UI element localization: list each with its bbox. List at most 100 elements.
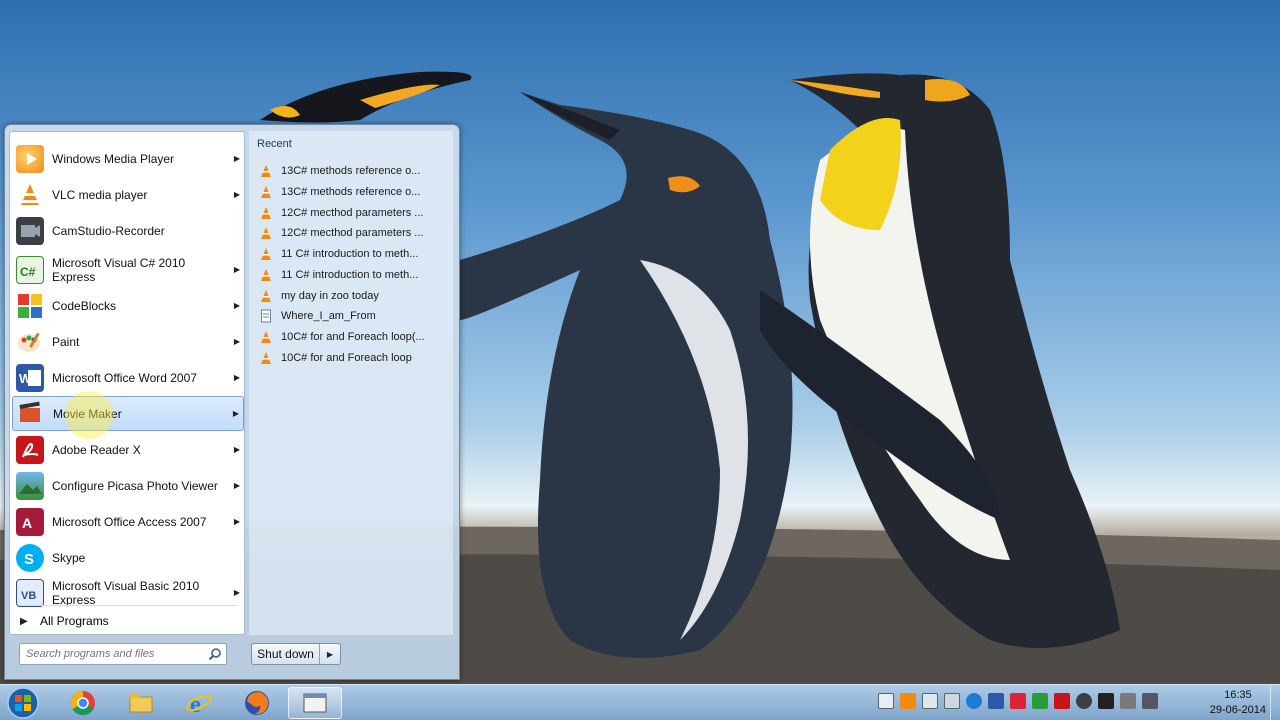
taskbar-open-window[interactable]: [288, 687, 342, 719]
recent-item-label: 13C# methods reference o...: [281, 165, 421, 177]
recent-item-label: 10C# for and Foreach loop(...: [281, 331, 425, 343]
program-label: CamStudio-Recorder: [52, 223, 165, 238]
recent-item[interactable]: 13C# methods reference o...: [259, 161, 449, 181]
submenu-arrow-icon: ▶: [233, 265, 241, 274]
camstudio-icon: [16, 216, 44, 245]
firefox-icon: [245, 691, 269, 715]
program-codeblocks[interactable]: CodeBlocks ▶: [12, 288, 244, 323]
shutdown-button[interactable]: Shut down ▶: [251, 643, 341, 665]
program-office-access-2007[interactable]: A Microsoft Office Access 2007 ▶: [12, 504, 244, 539]
svg-text:VB: VB: [21, 590, 36, 602]
submenu-arrow-icon: ▶: [233, 373, 241, 382]
system-tray: [878, 693, 1158, 709]
program-label: Microsoft Visual Basic 2010 Express: [52, 578, 200, 607]
tray-adobe-icon[interactable]: [1054, 693, 1070, 709]
recent-pane: Recent 13C# methods reference o... 13C# …: [249, 131, 453, 635]
search-box[interactable]: [19, 643, 227, 665]
all-programs-button[interactable]: ▶ All Programs: [20, 610, 242, 632]
vlc-icon: [261, 290, 271, 302]
tray-close-icon[interactable]: [1010, 693, 1026, 709]
submenu-arrow-icon: ▶: [233, 190, 241, 199]
program-label: VLC media player: [52, 187, 148, 202]
recent-item[interactable]: 10C# for and Foreach loop(...: [259, 327, 449, 347]
shutdown-options-arrow-icon[interactable]: ▶: [320, 650, 340, 659]
start-menu: Windows Media Player ▶ VLC media player …: [4, 124, 460, 680]
program-movie-maker[interactable]: Movie Maker ▶: [12, 391, 244, 439]
windows-media-player-icon: [16, 144, 44, 173]
program-office-word-2007[interactable]: W Microsoft Office Word 2007 ▶: [12, 360, 244, 395]
program-visual-csharp-2010[interactable]: C# Microsoft Visual C# 2010 Express ▶: [12, 252, 244, 287]
recent-item[interactable]: 12C# mecthod parameters ...: [259, 203, 449, 223]
program-label: Microsoft Office Word 2007: [52, 370, 197, 385]
tray-lock-icon[interactable]: [1120, 693, 1136, 709]
recent-item-label: 12C# mecthod parameters ...: [281, 207, 424, 219]
recent-item-label: 10C# for and Foreach loop: [281, 352, 412, 364]
vlc-icon: [261, 165, 271, 177]
recent-item[interactable]: 13C# methods reference o...: [259, 182, 449, 202]
separator: [20, 605, 238, 606]
vlc-icon: [261, 352, 271, 364]
tray-recorder-icon[interactable]: [1076, 693, 1092, 709]
recent-item[interactable]: 10C# for and Foreach loop: [259, 348, 449, 368]
tray-camera-icon[interactable]: [1098, 693, 1114, 709]
svg-text:S: S: [24, 551, 34, 568]
arrow-right-icon: ▶: [20, 615, 28, 627]
search-input[interactable]: [26, 648, 202, 660]
program-windows-media-player[interactable]: Windows Media Player ▶: [12, 141, 244, 176]
recent-item[interactable]: 11 C# introduction to meth...: [259, 244, 449, 264]
access-icon: A: [16, 507, 44, 536]
program-label: Microsoft Visual C# 2010 Express: [52, 255, 186, 284]
clock-date: 29-06-2014: [1209, 704, 1266, 716]
taskbar-firefox[interactable]: [230, 687, 284, 719]
submenu-arrow-icon: ▶: [233, 588, 241, 597]
submenu-arrow-icon: ▶: [233, 301, 241, 310]
tray-word-icon[interactable]: [988, 693, 1004, 709]
tray-signal-icon[interactable]: [922, 693, 938, 709]
show-desktop-button[interactable]: [1270, 685, 1280, 720]
recent-item[interactable]: my day in zoo today: [259, 286, 449, 306]
program-label: Movie Maker: [53, 406, 122, 421]
submenu-arrow-icon: ▶: [232, 409, 240, 418]
tray-network-icon[interactable]: [944, 693, 960, 709]
clock[interactable]: 16:35 29-06-2014: [1210, 688, 1266, 718]
programs-pane: Windows Media Player ▶ VLC media player …: [9, 131, 245, 635]
program-camstudio-recorder[interactable]: CamStudio-Recorder: [12, 213, 244, 248]
program-adobe-reader-x[interactable]: Adobe Reader X ▶: [12, 432, 244, 467]
tray-vlc-icon[interactable]: [900, 693, 916, 709]
program-configure-picasa[interactable]: Configure Picasa Photo Viewer ▶: [12, 468, 244, 503]
recent-item[interactable]: 12C# mecthod parameters ...: [259, 223, 449, 243]
window-icon: [303, 693, 327, 713]
taskbar-internet-explorer[interactable]: e: [172, 687, 226, 719]
internet-explorer-icon: e: [186, 692, 212, 717]
chrome-icon: [70, 691, 95, 716]
skype-icon: S: [16, 543, 44, 572]
taskbar-file-explorer[interactable]: [114, 687, 168, 719]
program-label: Microsoft Office Access 2007: [52, 514, 207, 529]
adobe-reader-icon: [16, 435, 44, 464]
tray-monitor-icon[interactable]: [878, 693, 894, 709]
taskbar-chrome[interactable]: [56, 687, 110, 719]
program-paint[interactable]: Paint ▶: [12, 324, 244, 359]
program-skype[interactable]: S Skype: [12, 540, 244, 575]
recent-item[interactable]: Where_I_am_From: [259, 306, 449, 326]
recent-heading: Recent: [257, 138, 292, 150]
program-label: Skype: [52, 550, 86, 565]
recent-item-label: 13C# methods reference o...: [281, 186, 421, 198]
svg-text:C#: C#: [20, 265, 36, 279]
vlc-icon: [261, 331, 271, 343]
start-orb-icon[interactable]: [2, 686, 44, 720]
shutdown-label[interactable]: Shut down: [252, 644, 320, 664]
submenu-arrow-icon: ▶: [233, 337, 241, 346]
tray-volume-icon[interactable]: [1142, 693, 1158, 709]
submenu-arrow-icon: ▶: [233, 517, 241, 526]
recent-item-label: my day in zoo today: [281, 290, 379, 302]
visual-csharp-icon: C#: [16, 255, 44, 284]
program-vlc-media-player[interactable]: VLC media player ▶: [12, 177, 244, 212]
recent-item[interactable]: 11 C# introduction to meth...: [259, 265, 449, 285]
search-icon[interactable]: [208, 647, 222, 661]
tray-chart-icon[interactable]: [1032, 693, 1048, 709]
tray-ie-icon[interactable]: [966, 693, 982, 709]
program-label: Adobe Reader X: [52, 442, 141, 457]
clock-time: 16:35: [1224, 689, 1252, 701]
svg-text:e: e: [190, 692, 201, 717]
